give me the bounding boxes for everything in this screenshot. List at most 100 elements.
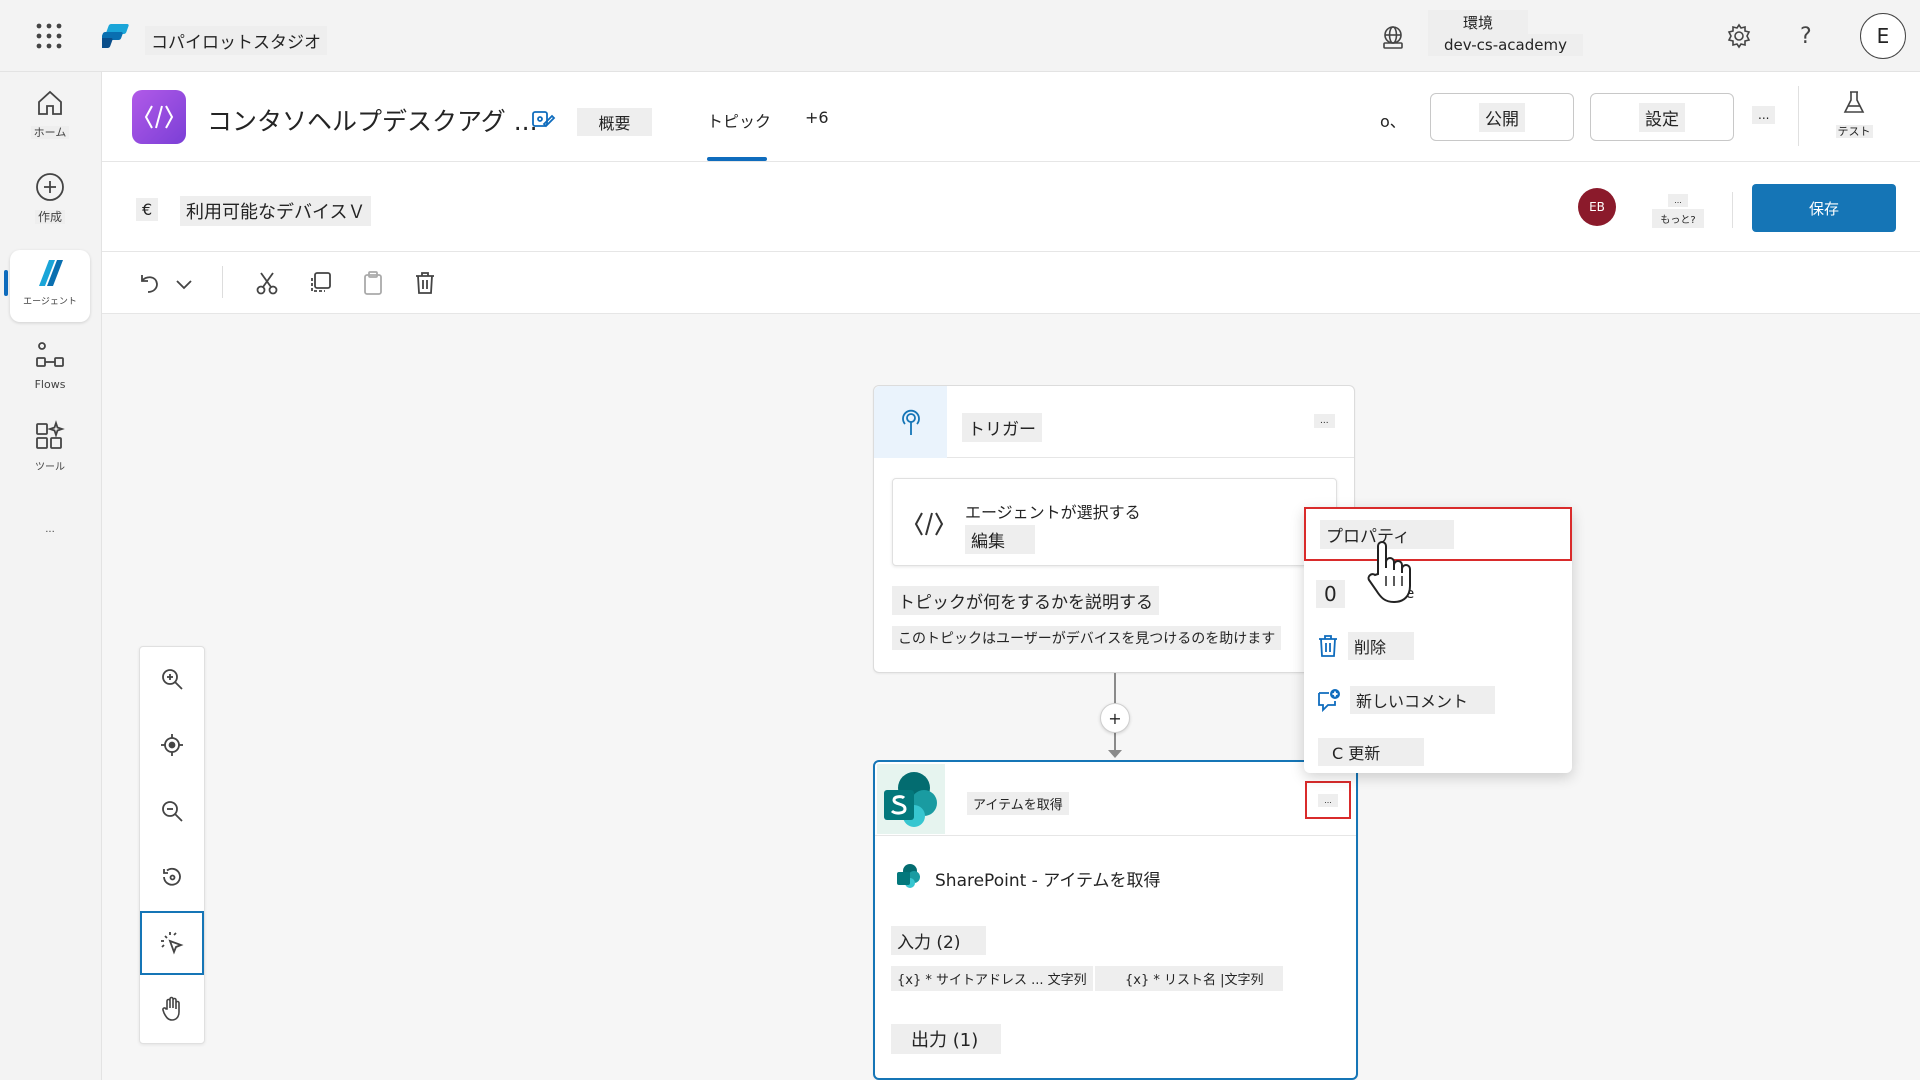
menu-item-delete[interactable]: 削除 xyxy=(1304,623,1572,669)
header-more-button[interactable]: ... xyxy=(1752,106,1776,124)
trigger-node-header: トリガー ... xyxy=(874,386,1354,458)
reset-zoom-icon[interactable] xyxy=(140,845,204,909)
header-more-label: ... xyxy=(1752,106,1776,124)
agent-chooses-card[interactable]: エージェントが選択する 編集 xyxy=(892,478,1337,566)
select-mode-icon[interactable] xyxy=(140,911,204,975)
back-button[interactable]: € xyxy=(136,198,159,221)
copy-icon[interactable] xyxy=(307,270,333,296)
copilot-studio-logo-icon xyxy=(102,22,132,50)
node-more-button[interactable]: ... xyxy=(1305,781,1351,819)
editor-toolbar xyxy=(102,252,1920,314)
node-more-label: ... xyxy=(1318,793,1338,807)
refresh-label: C 更新 xyxy=(1318,738,1424,766)
description-label: トピックが何をするかを説明する xyxy=(892,586,1159,615)
zoom-in-icon[interactable] xyxy=(140,647,204,711)
list-name-input-chip[interactable]: {x} * リスト名 |文字列 xyxy=(1095,966,1283,991)
plus-circle-icon xyxy=(33,170,67,204)
flows-icon xyxy=(33,340,67,374)
settings-label: 設定 xyxy=(1639,102,1685,132)
cut-icon[interactable] xyxy=(254,270,280,296)
node-context-menu: プロパティ 0 ne 削除 新しいコメント C 更新 xyxy=(1304,507,1572,773)
topic-bar: € 利用可能なデバイスＶ EB ... もっと? 保存 xyxy=(102,162,1920,252)
agent-chooses-label: エージェントが選択する xyxy=(965,503,1141,522)
paste-icon[interactable] xyxy=(360,270,386,296)
site-address-input-chip[interactable]: {x} * サイトアドレス ... 文字列 xyxy=(891,966,1093,991)
agent-edit-icon[interactable] xyxy=(530,106,556,132)
user-avatar[interactable]: E xyxy=(1860,13,1906,59)
delete-icon[interactable] xyxy=(412,270,438,296)
environment-icon[interactable] xyxy=(1380,24,1406,50)
inputs-label[interactable]: 入力 (2) xyxy=(891,926,986,955)
rail-item-create[interactable]: 作成 xyxy=(10,170,90,236)
chevron-down-icon[interactable] xyxy=(174,274,194,294)
tab-overview[interactable]: 概要 xyxy=(577,108,652,136)
collaborator-avatar[interactable]: EB xyxy=(1578,188,1616,226)
header-divider xyxy=(1798,86,1799,146)
tab-more[interactable]: +6 xyxy=(805,108,829,127)
toolbar-divider xyxy=(222,266,223,298)
menu-item-properties[interactable]: プロパティ xyxy=(1304,507,1572,561)
more-label: もっと? xyxy=(1652,209,1704,228)
connector-arrow xyxy=(1108,750,1122,758)
top-bar: コパイロットスタジオ 環境 dev-cs-academy ? E xyxy=(0,0,1920,72)
test-label: テスト xyxy=(1835,125,1873,138)
trigger-title: トリガー xyxy=(962,413,1042,442)
outputs-label[interactable]: 出力 (1) xyxy=(891,1024,1001,1054)
more-button[interactable]: ... もっと? xyxy=(1652,188,1704,228)
sharepoint-icon xyxy=(877,764,945,834)
undo-icon[interactable] xyxy=(136,270,162,296)
pan-mode-icon[interactable] xyxy=(140,977,204,1041)
rail-item-home[interactable]: ホーム xyxy=(10,86,90,152)
rail-item-flows[interactable]: Flows xyxy=(10,340,90,406)
test-button[interactable]: テスト xyxy=(1830,90,1878,139)
publish-button[interactable]: 公開 xyxy=(1430,93,1574,141)
agent-status[interactable]: o、 xyxy=(1380,108,1406,132)
canvas-controls xyxy=(139,646,205,1044)
rail-item-tools[interactable]: ツール xyxy=(10,420,90,486)
delete-label: 削除 xyxy=(1348,632,1414,660)
menu-item-refresh[interactable]: C 更新 xyxy=(1304,729,1572,775)
get-items-node[interactable]: アイテムを取得 ... SharePoint - アイテムを取得 入力 (2) … xyxy=(873,760,1358,1080)
more-dots: ... xyxy=(1668,194,1688,207)
environment-value[interactable]: dev-cs-academy xyxy=(1428,34,1583,56)
menu-item-rename[interactable]: 0 ne xyxy=(1304,571,1572,617)
agent-choose-icon xyxy=(913,509,945,539)
active-tab-indicator xyxy=(707,157,767,161)
rail-label-create: 作成 xyxy=(34,210,65,224)
agent-avatar-icon[interactable] xyxy=(132,90,186,144)
trash-icon xyxy=(1316,634,1340,658)
sharepoint-small-icon xyxy=(895,862,921,888)
settings-button[interactable]: 設定 xyxy=(1590,93,1734,141)
description-value[interactable]: このトピックはユーザーがデバイスを見つけるのを助けます xyxy=(892,626,1282,650)
save-button[interactable]: 保存 xyxy=(1752,184,1896,232)
topic-title[interactable]: 利用可能なデバイスＶ xyxy=(180,196,372,226)
hand-cursor-icon xyxy=(1366,540,1412,608)
rail-more[interactable]: ... xyxy=(10,524,90,544)
publish-label: 公開 xyxy=(1479,102,1525,132)
home-icon xyxy=(33,86,67,120)
menu-item-new-comment[interactable]: 新しいコメント xyxy=(1304,677,1572,723)
topic-divider xyxy=(1732,192,1733,228)
tools-icon xyxy=(33,420,67,454)
trigger-more-button[interactable]: ... xyxy=(1314,414,1335,428)
edit-link[interactable]: 編集 xyxy=(965,525,1035,554)
app-name: コパイロットスタジオ xyxy=(145,26,327,55)
flask-icon xyxy=(1842,90,1866,116)
settings-gear-icon[interactable] xyxy=(1726,23,1752,49)
fit-view-icon[interactable] xyxy=(140,713,204,777)
tab-topics[interactable]: トピック xyxy=(707,108,771,132)
agent-icon xyxy=(33,256,67,290)
trigger-node[interactable]: トリガー ... エージェントが選択する 編集 トピックが何をするかを説明する … xyxy=(873,385,1355,673)
new-comment-label: 新しいコメント xyxy=(1350,686,1495,714)
app-launcher-icon[interactable] xyxy=(36,23,62,49)
rail-active-indicator xyxy=(4,270,8,296)
rail-label-tools: ツール xyxy=(35,462,65,473)
get-items-header: アイテムを取得 ... xyxy=(875,762,1356,836)
zoom-out-icon[interactable] xyxy=(140,779,204,843)
add-node-button[interactable]: + xyxy=(1100,703,1130,733)
trigger-icon xyxy=(874,386,947,458)
rename-number: 0 xyxy=(1316,580,1345,608)
help-icon[interactable]: ? xyxy=(1800,24,1812,49)
agent-header: コンタソヘルプデスクアグ ... 概要 トピック +6 o、 公開 設定 ...… xyxy=(102,72,1920,162)
rail-item-agents[interactable]: エージェント xyxy=(10,250,90,322)
